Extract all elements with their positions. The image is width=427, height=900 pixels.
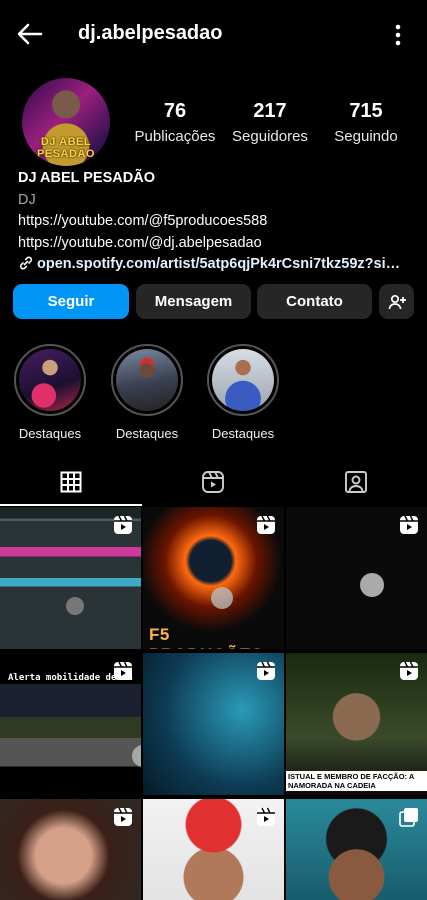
profile-username: dj.abelpesadao [78, 22, 223, 44]
bio-line-youtube-f5: https://youtube.com/@f5producoes588 [18, 213, 268, 229]
tab-posts-grid[interactable] [0, 458, 142, 506]
post-thumbnail[interactable] [286, 507, 427, 649]
bio-link-text: open.spotify.com/artist/5atp6qjPk4rCsni7… [37, 256, 401, 272]
tab-reels[interactable] [142, 458, 284, 506]
post-thumbnail[interactable]: F5 PRODUÇÕES [143, 507, 284, 649]
stat-following[interactable]: 715 Seguindo [321, 100, 411, 145]
highlight-ring [207, 344, 279, 416]
posts-count: 76 [163, 100, 187, 122]
carousel-icon [399, 808, 418, 827]
highlight-label: Destaques [115, 426, 179, 441]
profile-display-name: DJ ABEL PESADÃO [18, 170, 155, 186]
cursor-dot [66, 597, 84, 615]
post-thumbnail[interactable] [143, 653, 284, 795]
more-options-icon[interactable] [391, 20, 405, 50]
reel-badge-icon [114, 661, 132, 680]
highlight-ring [111, 344, 183, 416]
active-tab-indicator [0, 504, 142, 506]
post-thumbnail[interactable] [0, 799, 141, 900]
following-count: 715 [349, 100, 383, 122]
post-thumbnail[interactable]: Alerta mobilidade de Ma [0, 653, 141, 795]
highlight-3[interactable]: Destaques [205, 344, 281, 441]
tab-tagged[interactable] [285, 458, 427, 506]
reel-badge-icon [257, 515, 275, 534]
avatar-logo-text: DJ ABEL PESADÃO [37, 136, 95, 160]
reel-badge-icon [257, 661, 275, 680]
post-thumbnail[interactable] [286, 799, 427, 900]
reels-icon [202, 471, 224, 493]
highlight-cover [212, 349, 274, 411]
profile-avatar[interactable]: DJ ABEL PESADÃO [22, 78, 110, 166]
followers-count: 217 [253, 100, 287, 122]
highlight-2[interactable]: Destaques [109, 344, 185, 441]
reel-badge-icon [400, 515, 418, 534]
link-icon [19, 256, 33, 270]
stat-followers[interactable]: 217 Seguidores [225, 100, 315, 145]
top-bar: dj.abelpesadao [0, 0, 427, 66]
post-caption-overlay: F5 PRODUÇÕES [149, 625, 263, 649]
post-thumbnail[interactable] [0, 507, 141, 649]
highlight-1[interactable]: Destaques [12, 344, 88, 441]
post-thumbnail[interactable]: ISTUAL E MEMBRO DE FACÇÃO: A NAMORADA NA… [286, 653, 427, 795]
reel-badge-icon [400, 661, 418, 680]
grid-icon [60, 471, 82, 493]
followers-label: Seguidores [232, 128, 308, 145]
profile-bio: DJ ABEL PESADÃO DJ https://youtube.com/@… [18, 168, 418, 276]
post-thumbnail[interactable] [143, 799, 284, 900]
back-arrow-icon[interactable] [14, 18, 46, 50]
bio-external-link[interactable]: open.spotify.com/artist/5atp6qjPk4rCsni7… [18, 254, 418, 276]
highlight-label: Destaques [18, 426, 82, 441]
highlight-label: Destaques [211, 426, 275, 441]
profile-category: DJ [18, 191, 36, 208]
post-caption-overlay: ISTUAL E MEMBRO DE FACÇÃO: A NAMORADA NA… [286, 771, 427, 791]
add-person-icon [388, 294, 406, 309]
cursor-dot [211, 587, 233, 609]
reel-badge-icon [114, 515, 132, 534]
contact-button[interactable]: Contato [257, 284, 372, 319]
highlight-cover [116, 349, 178, 411]
highlight-ring [14, 344, 86, 416]
reel-badge-icon [257, 807, 275, 826]
posts-label: Publicações [134, 128, 216, 145]
profile-tabs [0, 458, 427, 506]
highlight-cover [19, 349, 81, 411]
following-label: Seguindo [334, 128, 398, 145]
cursor-dot [360, 573, 384, 597]
stat-posts[interactable]: 76 Publicações [130, 100, 220, 145]
suggest-people-button[interactable] [379, 284, 414, 319]
cursor-dot [132, 745, 141, 767]
follow-button[interactable]: Seguir [13, 284, 129, 319]
reel-badge-icon [114, 807, 132, 826]
bio-line-youtube-dj: https://youtube.com/@dj.abelpesadao [18, 234, 262, 251]
message-button[interactable]: Mensagem [136, 284, 251, 319]
tagged-icon [345, 471, 367, 493]
